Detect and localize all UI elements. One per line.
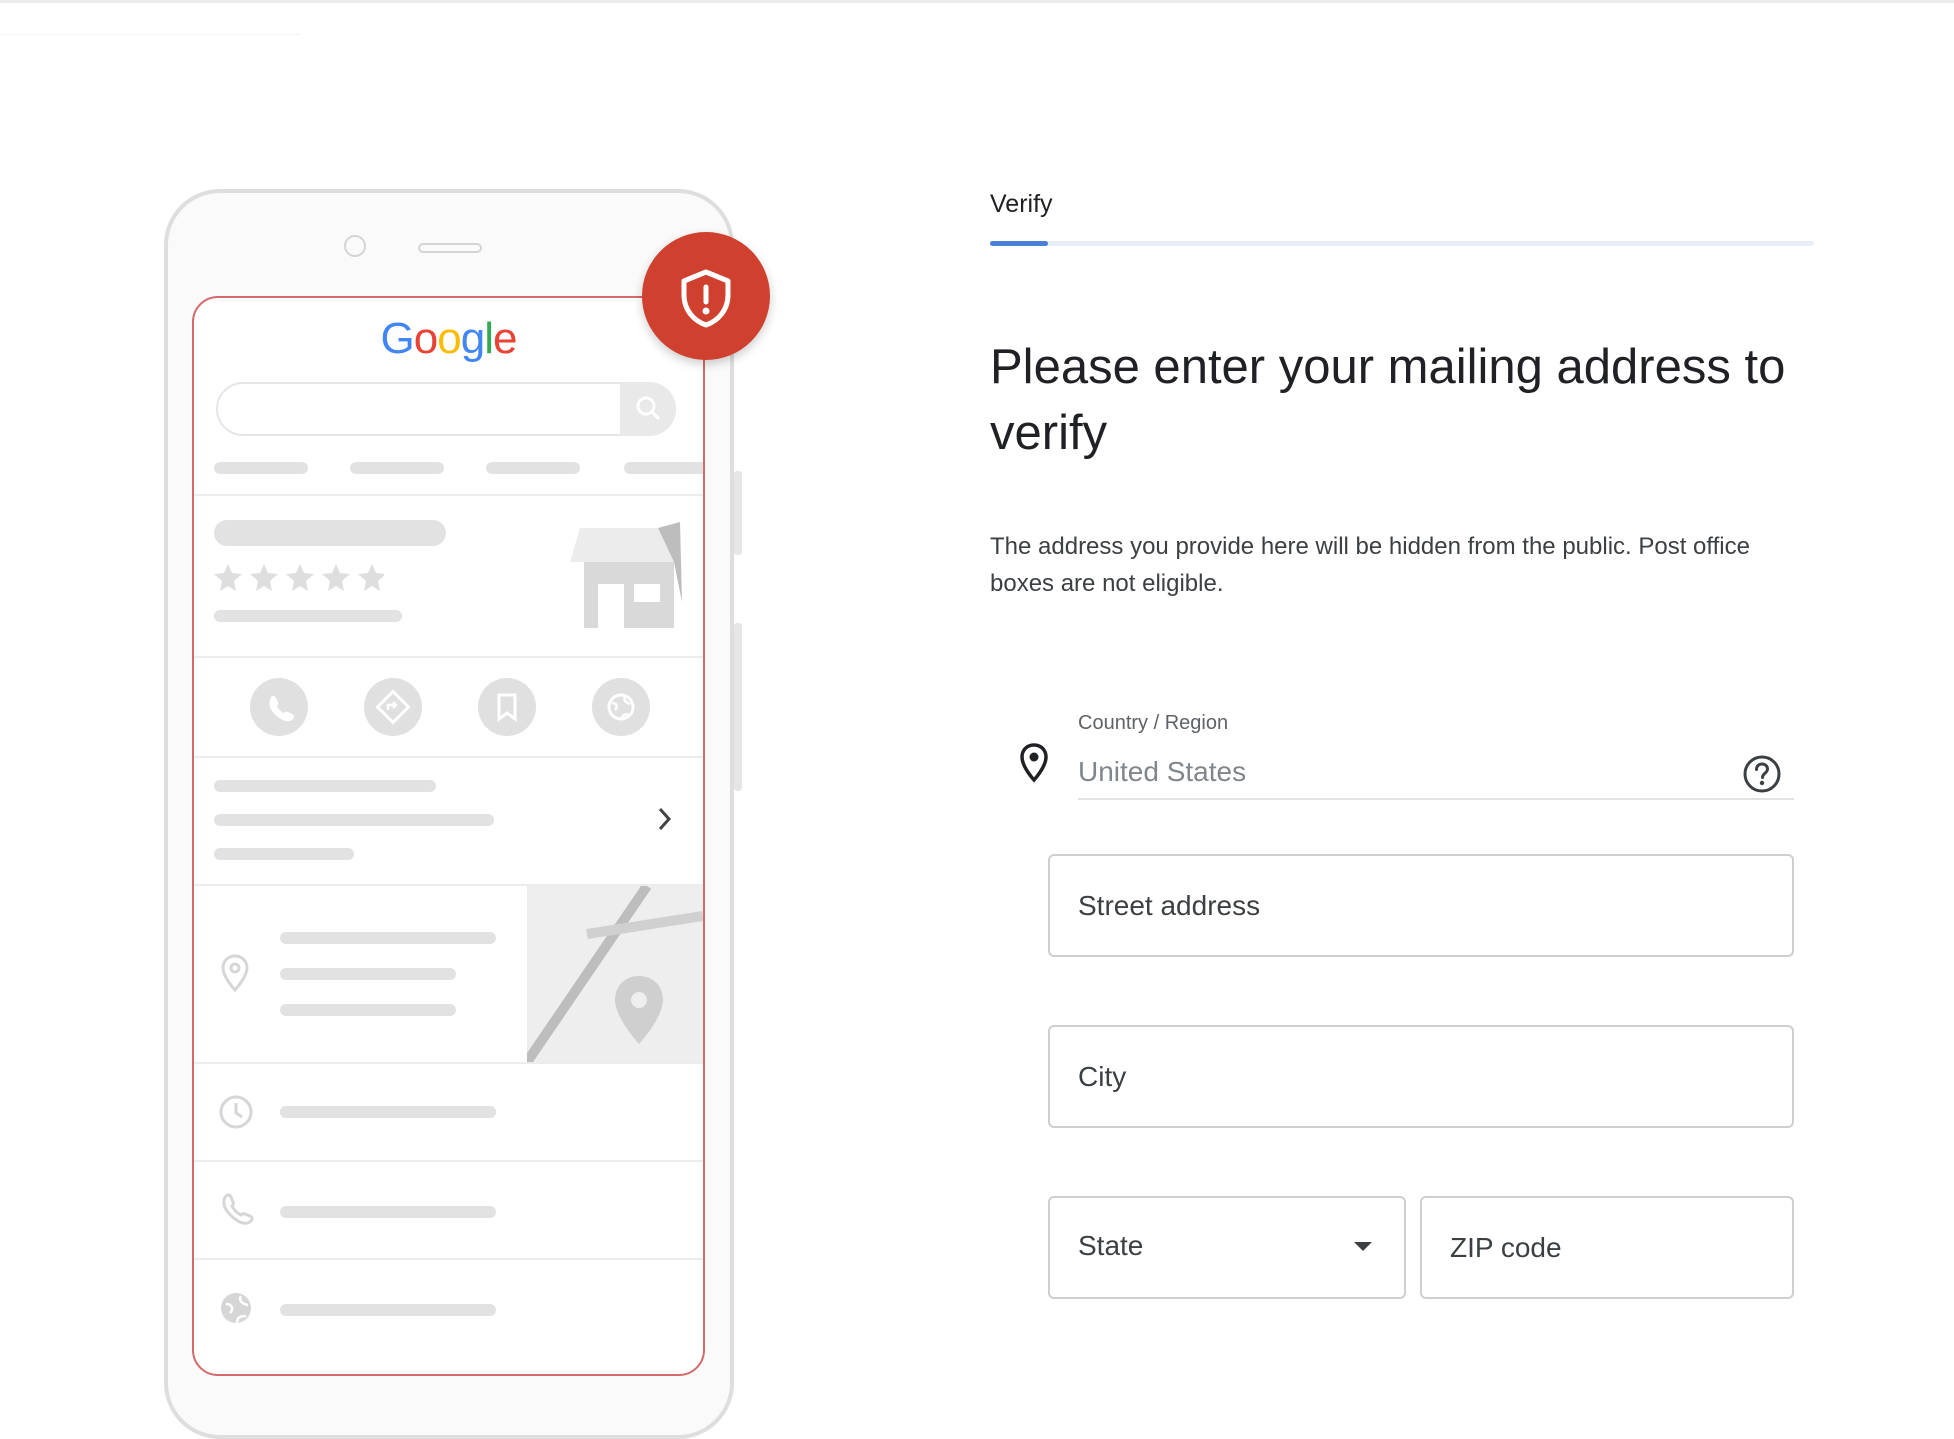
top-border [0,0,1954,3]
rating-stars-icon [214,564,384,591]
progress-bar [990,241,1814,246]
divider [194,756,703,758]
phone-icon [222,1193,254,1225]
globe-icon [607,693,635,721]
shield-alert-badge [642,232,770,360]
shield-alert-icon [681,269,731,328]
street-address-field[interactable] [1048,854,1794,957]
mock-text-line [280,1304,496,1316]
country-label: Country / Region [1078,712,1229,734]
directions-action [364,678,422,736]
directions-icon [375,689,411,725]
mock-business-name [214,520,446,546]
save-action [478,678,536,736]
mock-tab [624,462,703,474]
clock-icon [219,1095,253,1129]
search-icon [636,396,660,420]
mock-text-line [214,814,494,826]
mock-text-line [280,1004,456,1016]
step-label: Verify [990,190,1053,218]
divider [194,494,703,496]
globe-icon [221,1293,251,1324]
mock-text-line [214,848,354,860]
mock-map [527,886,703,1062]
mock-tab [214,462,308,474]
progress-fill [990,241,1048,246]
phone-camera [344,235,366,257]
website-action [592,678,650,736]
city-input[interactable] [1050,1027,1792,1126]
call-action [250,678,308,736]
mock-tab [350,462,444,474]
phone-speaker [418,243,482,253]
phone-icon [269,695,295,722]
country-underline [1078,798,1794,800]
street-address-input[interactable] [1050,856,1792,955]
dropdown-arrow-icon[interactable] [1354,1242,1372,1251]
location-pin-icon [221,954,249,993]
mock-tab [486,462,580,474]
google-logo: Google [194,314,703,364]
map-icon [527,886,703,1062]
phone-side-button [734,623,742,791]
bookmark-icon [497,693,517,722]
mock-text-line [280,968,456,980]
mock-text-line [280,1206,496,1218]
mock-text-line [214,610,402,622]
phone-screen: Google [192,296,705,1376]
city-field[interactable] [1048,1025,1794,1128]
storefront-icon [570,522,682,628]
chevron-right-icon [658,807,672,831]
help-circle-icon[interactable] [1742,754,1782,794]
country-field[interactable]: United States [1078,756,1246,788]
mock-text-line [280,932,496,944]
state-select-label: State [1078,1230,1144,1261]
mock-search-button [620,382,676,436]
divider [194,1160,703,1162]
state-select[interactable]: State [1048,1196,1406,1299]
page-title: Please enter your mailing address to ver… [990,340,1786,460]
google-logo-text: Google [380,314,518,363]
mock-text-line [280,1106,496,1118]
divider [194,1062,703,1064]
page-description: The address you provide here will be hid… [990,533,1750,597]
top-accent-line [0,34,300,35]
mock-text-line [214,780,436,792]
zip-code-input[interactable] [1422,1198,1792,1297]
phone-side-button [734,471,742,555]
zip-code-field[interactable] [1420,1196,1794,1299]
mock-search-bar [216,382,676,436]
location-pin-icon [1020,743,1048,783]
divider [194,1258,703,1260]
divider [194,656,703,658]
